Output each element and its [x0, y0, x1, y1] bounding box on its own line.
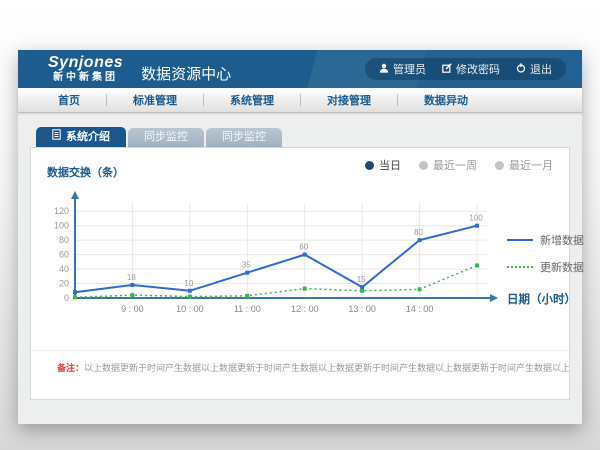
svg-text:35: 35 [242, 261, 251, 270]
logout-button[interactable]: 退出 [516, 61, 552, 77]
svg-text:120: 120 [54, 206, 69, 216]
svg-text:10: 10 [184, 279, 193, 288]
logo-company-text: 新中新集团 [48, 73, 123, 83]
solid-line-icon [507, 239, 533, 241]
svg-text:15: 15 [357, 275, 366, 284]
svg-text:60: 60 [299, 243, 308, 252]
nav-item-standard-mgmt[interactable]: 标准管理 [107, 92, 203, 108]
chart-region: 数据交换（条） 0 20 40 60 80 100 120 9 : 00 10 : 00 11 : … [41, 160, 600, 318]
legend-label: 更新数据 [540, 259, 584, 275]
tab-bar: 系统介绍 同步监控 同步监控 [36, 113, 570, 147]
svg-text:数据交换（条）: 数据交换（条） [47, 165, 124, 179]
svg-text:11 : 00: 11 : 00 [234, 304, 261, 314]
legend-label: 新增数据 [540, 232, 584, 248]
content-area: 系统介绍 同步监控 同步监控 当日 最近一周 [18, 113, 582, 424]
edit-icon [442, 63, 452, 76]
svg-text:100: 100 [469, 214, 483, 223]
radio-icon [419, 161, 428, 170]
svg-text:80: 80 [59, 235, 69, 245]
svg-text:14 : 00: 14 : 00 [406, 304, 434, 314]
radio-icon [495, 161, 504, 170]
legend-item-new-data: 新增数据 [507, 232, 600, 248]
radio-icon [365, 161, 374, 170]
chart-card: 当日 最近一周 最近一月 数据交换（条） 0 20 40 60 80 100 120 9 : 0… [30, 147, 570, 400]
page-title: 数据资源中心 [141, 63, 231, 84]
footnote-label: 备注： [57, 363, 84, 373]
change-password-label: 修改密码 [456, 61, 500, 77]
logo-brand-text: Synjones [48, 55, 123, 71]
time-range-selector: 当日 最近一周 最近一月 [365, 157, 553, 173]
change-password-button[interactable]: 修改密码 [442, 61, 500, 77]
svg-text:80: 80 [414, 228, 423, 237]
synjones-logo: Synjones 新中新集团 [48, 55, 123, 83]
legend-item-update-data: 更新数据 [507, 259, 600, 275]
tab-label: 同步监控 [222, 128, 266, 147]
tab-system-intro[interactable]: 系统介绍 [36, 127, 126, 147]
tab-label: 系统介绍 [66, 127, 110, 147]
footnote-text: 以上数据更新于时间产生数据以上数据更新于时间产生数据以上数据更新于时间产生数据以… [84, 363, 569, 373]
svg-text:20: 20 [59, 279, 69, 289]
range-option-last-week[interactable]: 最近一周 [419, 157, 477, 173]
chart-legend: 新增数据 更新数据 日期（小时） [507, 160, 600, 318]
range-option-label: 当日 [379, 157, 401, 173]
user-menu-admin[interactable]: 管理员 [379, 61, 426, 77]
user-icon [379, 63, 389, 76]
svg-text:9 : 00: 9 : 00 [121, 304, 144, 314]
nav-item-home[interactable]: 首页 [32, 92, 106, 108]
svg-text:60: 60 [59, 250, 69, 260]
svg-text:40: 40 [59, 264, 69, 274]
svg-text:100: 100 [54, 221, 69, 231]
range-option-today[interactable]: 当日 [365, 157, 401, 173]
range-option-label: 最近一月 [509, 157, 553, 173]
svg-text:0: 0 [64, 293, 69, 303]
nav-item-system-mgmt[interactable]: 系统管理 [204, 92, 300, 108]
user-name-label: 管理员 [393, 61, 426, 77]
main-nav: 首页 标准管理 系统管理 对接管理 数据异动 [18, 88, 582, 113]
tab-sync-monitor-2[interactable]: 同步监控 [206, 128, 282, 147]
logout-label: 退出 [530, 61, 552, 77]
line-chart: 数据交换（条） 0 20 40 60 80 100 120 9 : 00 10 : 00 11 : … [41, 160, 507, 318]
svg-text:10 : 00: 10 : 00 [176, 304, 204, 314]
range-option-label: 最近一周 [433, 157, 477, 173]
svg-text:12 : 00: 12 : 00 [291, 304, 319, 314]
user-menu: 管理员 修改密码 退出 [365, 58, 566, 80]
tab-label: 同步监控 [144, 128, 188, 147]
app-window: Synjones 新中新集团 数据资源中心 管理员 修改密码 退出 [18, 50, 582, 424]
tab-sync-monitor-1[interactable]: 同步监控 [128, 128, 204, 147]
x-axis-title: 日期（小时） [507, 291, 600, 307]
footnote: 备注：以上数据更新于时间产生数据以上数据更新于时间产生数据以上数据更新于时间产生… [31, 350, 569, 374]
svg-text:18: 18 [127, 273, 136, 282]
nav-item-interface-mgmt[interactable]: 对接管理 [301, 92, 397, 108]
dotted-line-icon [507, 266, 533, 268]
range-option-last-month[interactable]: 最近一月 [495, 157, 553, 173]
svg-text:13 : 00: 13 : 00 [348, 304, 376, 314]
power-icon [516, 63, 526, 76]
document-icon [52, 127, 61, 147]
nav-item-data-change[interactable]: 数据异动 [398, 92, 494, 108]
app-header: Synjones 新中新集团 数据资源中心 管理员 修改密码 退出 [18, 50, 582, 88]
